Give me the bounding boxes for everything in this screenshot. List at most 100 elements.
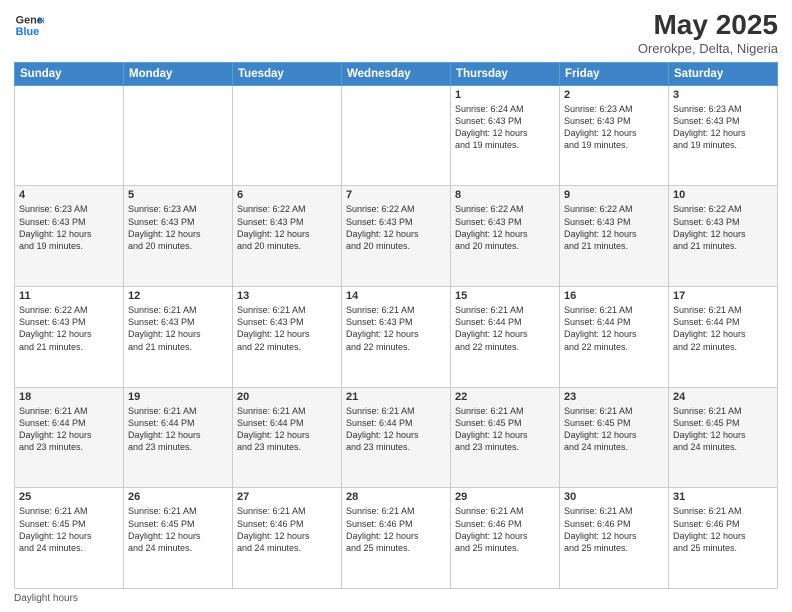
day-number: 16 [564, 290, 664, 302]
day-number: 21 [346, 391, 446, 403]
calendar-cell: 21 Sunrise: 6:21 AM Sunset: 6:44 PM Dayli… [342, 387, 451, 488]
day-info: Sunrise: 6:23 AM Sunset: 6:43 PM Dayligh… [19, 203, 119, 252]
calendar-cell: 1Sunrise: 6:24 AM Sunset: 6:43 PM Daylig… [451, 85, 560, 186]
day-info: Sunrise: 6:21 AM Sunset: 6:44 PM Dayligh… [19, 405, 119, 454]
calendar-cell: 18 Sunrise: 6:21 AM Sunset: 6:44 PM Dayli… [15, 387, 124, 488]
day-number: 31 [673, 491, 773, 503]
calendar-cell: 20 Sunrise: 6:21 AM Sunset: 6:44 PM Dayli… [233, 387, 342, 488]
day-info: Sunrise: 6:23 AM Sunset: 6:43 PM Dayligh… [128, 203, 228, 252]
calendar-cell [342, 85, 451, 186]
day-number: 29 [455, 491, 555, 503]
calendar-cell: 13 Sunrise: 6:21 AM Sunset: 6:43 PM Dayli… [233, 287, 342, 388]
calendar-cell: 6 Sunrise: 6:22 AM Sunset: 6:43 PM Daylig… [233, 186, 342, 287]
calendar-cell: 25 Sunrise: 6:21 AM Sunset: 6:45 PM Dayli… [15, 488, 124, 589]
day-number: 14 [346, 290, 446, 302]
day-info: Sunrise: 6:21 AM Sunset: 6:45 PM Dayligh… [673, 405, 773, 454]
day-number: 24 [673, 391, 773, 403]
day-info: Sunrise: 6:22 AM Sunset: 6:43 PM Dayligh… [455, 203, 555, 252]
weekday-header-tuesday: Tuesday [233, 62, 342, 85]
day-number: 7 [346, 189, 446, 201]
day-number: 22 [455, 391, 555, 403]
weekday-header-wednesday: Wednesday [342, 62, 451, 85]
day-number: 15 [455, 290, 555, 302]
calendar-cell: 2Sunrise: 6:23 AM Sunset: 6:43 PM Daylig… [560, 85, 669, 186]
day-number: 12 [128, 290, 228, 302]
day-number: 4 [19, 189, 119, 201]
day-info: Sunrise: 6:21 AM Sunset: 6:43 PM Dayligh… [237, 304, 337, 353]
calendar-cell: 11 Sunrise: 6:22 AM Sunset: 6:43 PM Dayli… [15, 287, 124, 388]
calendar-cell: 14 Sunrise: 6:21 AM Sunset: 6:43 PM Dayli… [342, 287, 451, 388]
calendar-cell: 24 Sunrise: 6:21 AM Sunset: 6:45 PM Dayli… [669, 387, 778, 488]
calendar-cell: 7 Sunrise: 6:22 AM Sunset: 6:43 PM Daylig… [342, 186, 451, 287]
day-number: 18 [19, 391, 119, 403]
weekday-header-monday: Monday [124, 62, 233, 85]
weekday-header-thursday: Thursday [451, 62, 560, 85]
weekday-header-row: SundayMondayTuesdayWednesdayThursdayFrid… [15, 62, 778, 85]
calendar-cell: 29 Sunrise: 6:21 AM Sunset: 6:46 PM Dayli… [451, 488, 560, 589]
day-info: Sunrise: 6:21 AM Sunset: 6:44 PM Dayligh… [237, 405, 337, 454]
calendar-table: SundayMondayTuesdayWednesdayThursdayFrid… [14, 62, 778, 589]
day-info: Sunrise: 6:22 AM Sunset: 6:43 PM Dayligh… [346, 203, 446, 252]
calendar-cell: 4 Sunrise: 6:23 AM Sunset: 6:43 PM Daylig… [15, 186, 124, 287]
day-info: Sunrise: 6:22 AM Sunset: 6:43 PM Dayligh… [19, 304, 119, 353]
weekday-header-friday: Friday [560, 62, 669, 85]
day-info: Sunrise: 6:21 AM Sunset: 6:46 PM Dayligh… [455, 505, 555, 554]
day-info: Sunrise: 6:22 AM Sunset: 6:43 PM Dayligh… [673, 203, 773, 252]
calendar-cell: 28 Sunrise: 6:21 AM Sunset: 6:46 PM Dayli… [342, 488, 451, 589]
calendar-cell: 30Sunrise: 6:21 AM Sunset: 6:46 PM Dayli… [560, 488, 669, 589]
calendar-cell: 19 Sunrise: 6:21 AM Sunset: 6:44 PM Dayli… [124, 387, 233, 488]
day-info: Sunrise: 6:21 AM Sunset: 6:46 PM Dayligh… [346, 505, 446, 554]
calendar-cell: 16 Sunrise: 6:21 AM Sunset: 6:44 PM Dayli… [560, 287, 669, 388]
header: General Blue May 2025 Orerokpe, Delta, N… [14, 10, 778, 56]
day-info: Sunrise: 6:21 AM Sunset: 6:46 PM Dayligh… [237, 505, 337, 554]
day-number: 11 [19, 290, 119, 302]
calendar-cell: 31 Sunrise: 6:21 AM Sunset: 6:46 PM Dayli… [669, 488, 778, 589]
day-info: Sunrise: 6:23 AM Sunset: 6:43 PM Dayligh… [564, 103, 664, 152]
week-row-5: 25 Sunrise: 6:21 AM Sunset: 6:45 PM Dayli… [15, 488, 778, 589]
calendar-cell: 17Sunrise: 6:21 AM Sunset: 6:44 PM Dayli… [669, 287, 778, 388]
day-info: Sunrise: 6:21 AM Sunset: 6:44 PM Dayligh… [455, 304, 555, 353]
day-number: 23 [564, 391, 664, 403]
day-number: 28 [346, 491, 446, 503]
day-info: Sunrise: 6:21 AM Sunset: 6:46 PM Dayligh… [673, 505, 773, 554]
day-info: Sunrise: 6:21 AM Sunset: 6:44 PM Dayligh… [346, 405, 446, 454]
day-number: 9 [564, 189, 664, 201]
day-number: 30 [564, 491, 664, 503]
weekday-header-sunday: Sunday [15, 62, 124, 85]
calendar-cell: 26Sunrise: 6:21 AM Sunset: 6:45 PM Dayli… [124, 488, 233, 589]
day-number: 6 [237, 189, 337, 201]
calendar-cell: 8Sunrise: 6:22 AM Sunset: 6:43 PM Daylig… [451, 186, 560, 287]
daylight-hours-label: Daylight hours [14, 593, 78, 604]
day-number: 25 [19, 491, 119, 503]
general-blue-logo-icon: General Blue [14, 10, 44, 40]
calendar-cell: 5Sunrise: 6:23 AM Sunset: 6:43 PM Daylig… [124, 186, 233, 287]
calendar-cell: 27Sunrise: 6:21 AM Sunset: 6:46 PM Dayli… [233, 488, 342, 589]
calendar-cell: 9 Sunrise: 6:22 AM Sunset: 6:43 PM Daylig… [560, 186, 669, 287]
day-info: Sunrise: 6:22 AM Sunset: 6:43 PM Dayligh… [564, 203, 664, 252]
page: General Blue May 2025 Orerokpe, Delta, N… [0, 0, 792, 612]
day-number: 20 [237, 391, 337, 403]
week-row-4: 18 Sunrise: 6:21 AM Sunset: 6:44 PM Dayli… [15, 387, 778, 488]
day-info: Sunrise: 6:21 AM Sunset: 6:44 PM Dayligh… [564, 304, 664, 353]
weekday-header-saturday: Saturday [669, 62, 778, 85]
day-info: Sunrise: 6:21 AM Sunset: 6:44 PM Dayligh… [673, 304, 773, 353]
month-title: May 2025 [638, 10, 778, 41]
day-info: Sunrise: 6:24 AM Sunset: 6:43 PM Dayligh… [455, 103, 555, 152]
day-number: 26 [128, 491, 228, 503]
calendar-cell: 15 Sunrise: 6:21 AM Sunset: 6:44 PM Dayli… [451, 287, 560, 388]
day-info: Sunrise: 6:21 AM Sunset: 6:45 PM Dayligh… [19, 505, 119, 554]
day-info: Sunrise: 6:23 AM Sunset: 6:43 PM Dayligh… [673, 103, 773, 152]
day-info: Sunrise: 6:21 AM Sunset: 6:43 PM Dayligh… [346, 304, 446, 353]
day-info: Sunrise: 6:21 AM Sunset: 6:45 PM Dayligh… [455, 405, 555, 454]
day-info: Sunrise: 6:21 AM Sunset: 6:43 PM Dayligh… [128, 304, 228, 353]
calendar-cell [124, 85, 233, 186]
day-number: 13 [237, 290, 337, 302]
day-info: Sunrise: 6:22 AM Sunset: 6:43 PM Dayligh… [237, 203, 337, 252]
day-info: Sunrise: 6:21 AM Sunset: 6:44 PM Dayligh… [128, 405, 228, 454]
logo: General Blue [14, 10, 44, 40]
title-block: May 2025 Orerokpe, Delta, Nigeria [638, 10, 778, 56]
day-number: 3 [673, 89, 773, 101]
location: Orerokpe, Delta, Nigeria [638, 41, 778, 56]
day-number: 19 [128, 391, 228, 403]
calendar-cell: 3 Sunrise: 6:23 AM Sunset: 6:43 PM Daylig… [669, 85, 778, 186]
